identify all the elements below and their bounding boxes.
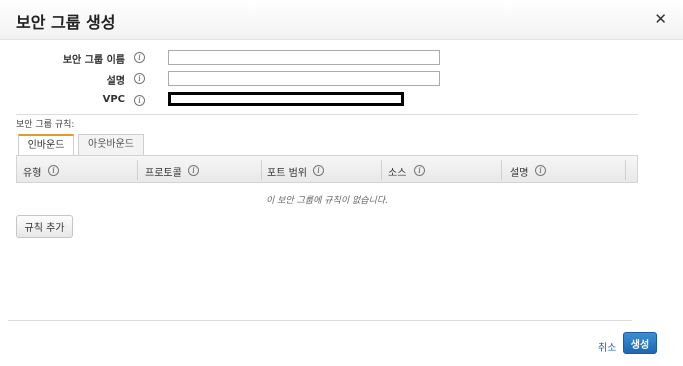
rules-section-label: 보안 그룹 규칙: — [16, 120, 75, 130]
column-protocol: 프로토콜 — [145, 168, 182, 179]
description-label: 설명 — [106, 76, 125, 87]
column-separator — [381, 160, 382, 180]
add-rule-button[interactable]: 규칙 추가 — [16, 215, 73, 238]
column-source: 소스 — [388, 168, 407, 179]
dialog-header: 보안 그룹 생성 ✕ — [0, 0, 683, 40]
tab-inbound[interactable]: 인바운드 — [18, 134, 74, 156]
info-icon[interactable]: i — [134, 95, 145, 106]
footer-divider — [8, 320, 632, 321]
column-separator — [261, 160, 262, 180]
column-separator — [501, 160, 502, 180]
info-icon[interactable]: i — [134, 73, 145, 84]
info-icon[interactable]: i — [48, 165, 59, 176]
close-icon[interactable]: ✕ — [654, 11, 667, 27]
rules-table-header: 유형 i 프로토콜 i 포트 범위 i 소스 i 설명 i — [16, 155, 638, 183]
info-icon[interactable]: i — [134, 52, 145, 63]
tab-outbound[interactable]: 아웃바운드 — [78, 134, 144, 155]
column-type: 유형 — [23, 168, 42, 179]
description-input[interactable] — [168, 71, 440, 86]
group-name-input[interactable] — [168, 50, 440, 65]
section-divider — [16, 114, 638, 115]
info-icon[interactable]: i — [313, 165, 324, 176]
group-name-label: 보안 그룹 이름 — [62, 55, 125, 66]
vpc-select[interactable] — [168, 92, 404, 106]
vpc-label: VPC — [102, 94, 125, 105]
cancel-link[interactable]: 취소 — [598, 339, 616, 354]
column-port-range: 포트 범위 — [267, 168, 307, 179]
empty-rules-message: 이 보안 그룹에 규칙이 없습니다. — [266, 196, 388, 206]
create-button[interactable]: 생성 — [623, 332, 657, 354]
info-icon[interactable]: i — [535, 165, 546, 176]
column-separator — [137, 160, 138, 180]
info-icon[interactable]: i — [414, 165, 425, 176]
info-icon[interactable]: i — [188, 165, 199, 176]
column-description: 설명 — [510, 168, 529, 179]
dialog-title: 보안 그룹 생성 — [16, 13, 116, 32]
column-separator — [625, 160, 626, 180]
